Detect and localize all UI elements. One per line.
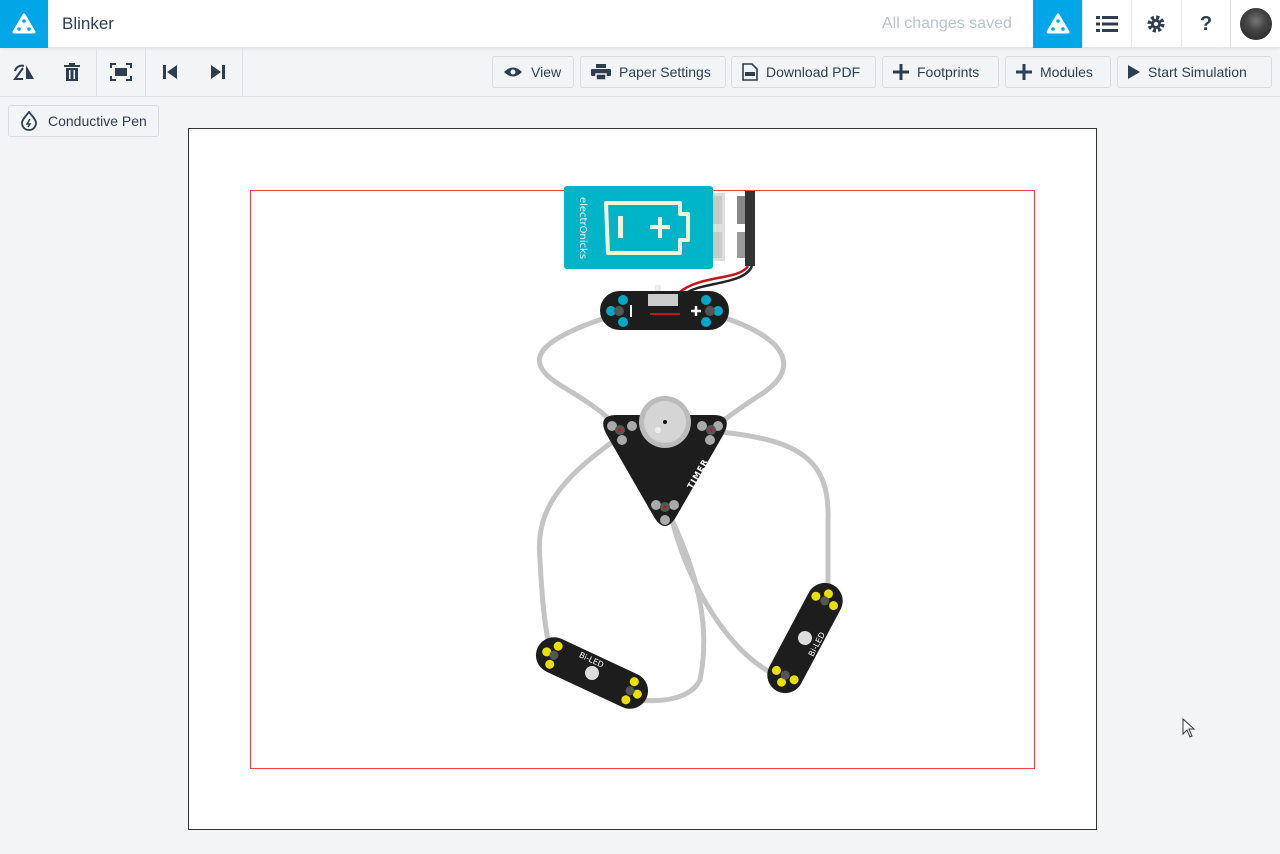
bi-led-module-right[interactable]: Bi-LED — [761, 577, 849, 700]
mouse-cursor-icon — [1182, 718, 1196, 738]
circuit-canvas: electrOnicks Timer Bi-LED Bi-LED — [530, 186, 849, 714]
timer-module[interactable]: Timer — [603, 396, 727, 526]
bi-led-module-left[interactable]: Bi-LED — [530, 631, 654, 714]
battery-module[interactable]: electrOnicks — [564, 186, 755, 294]
battery-brand-logo: electrOnicks — [577, 197, 588, 259]
power-module[interactable] — [600, 285, 729, 330]
